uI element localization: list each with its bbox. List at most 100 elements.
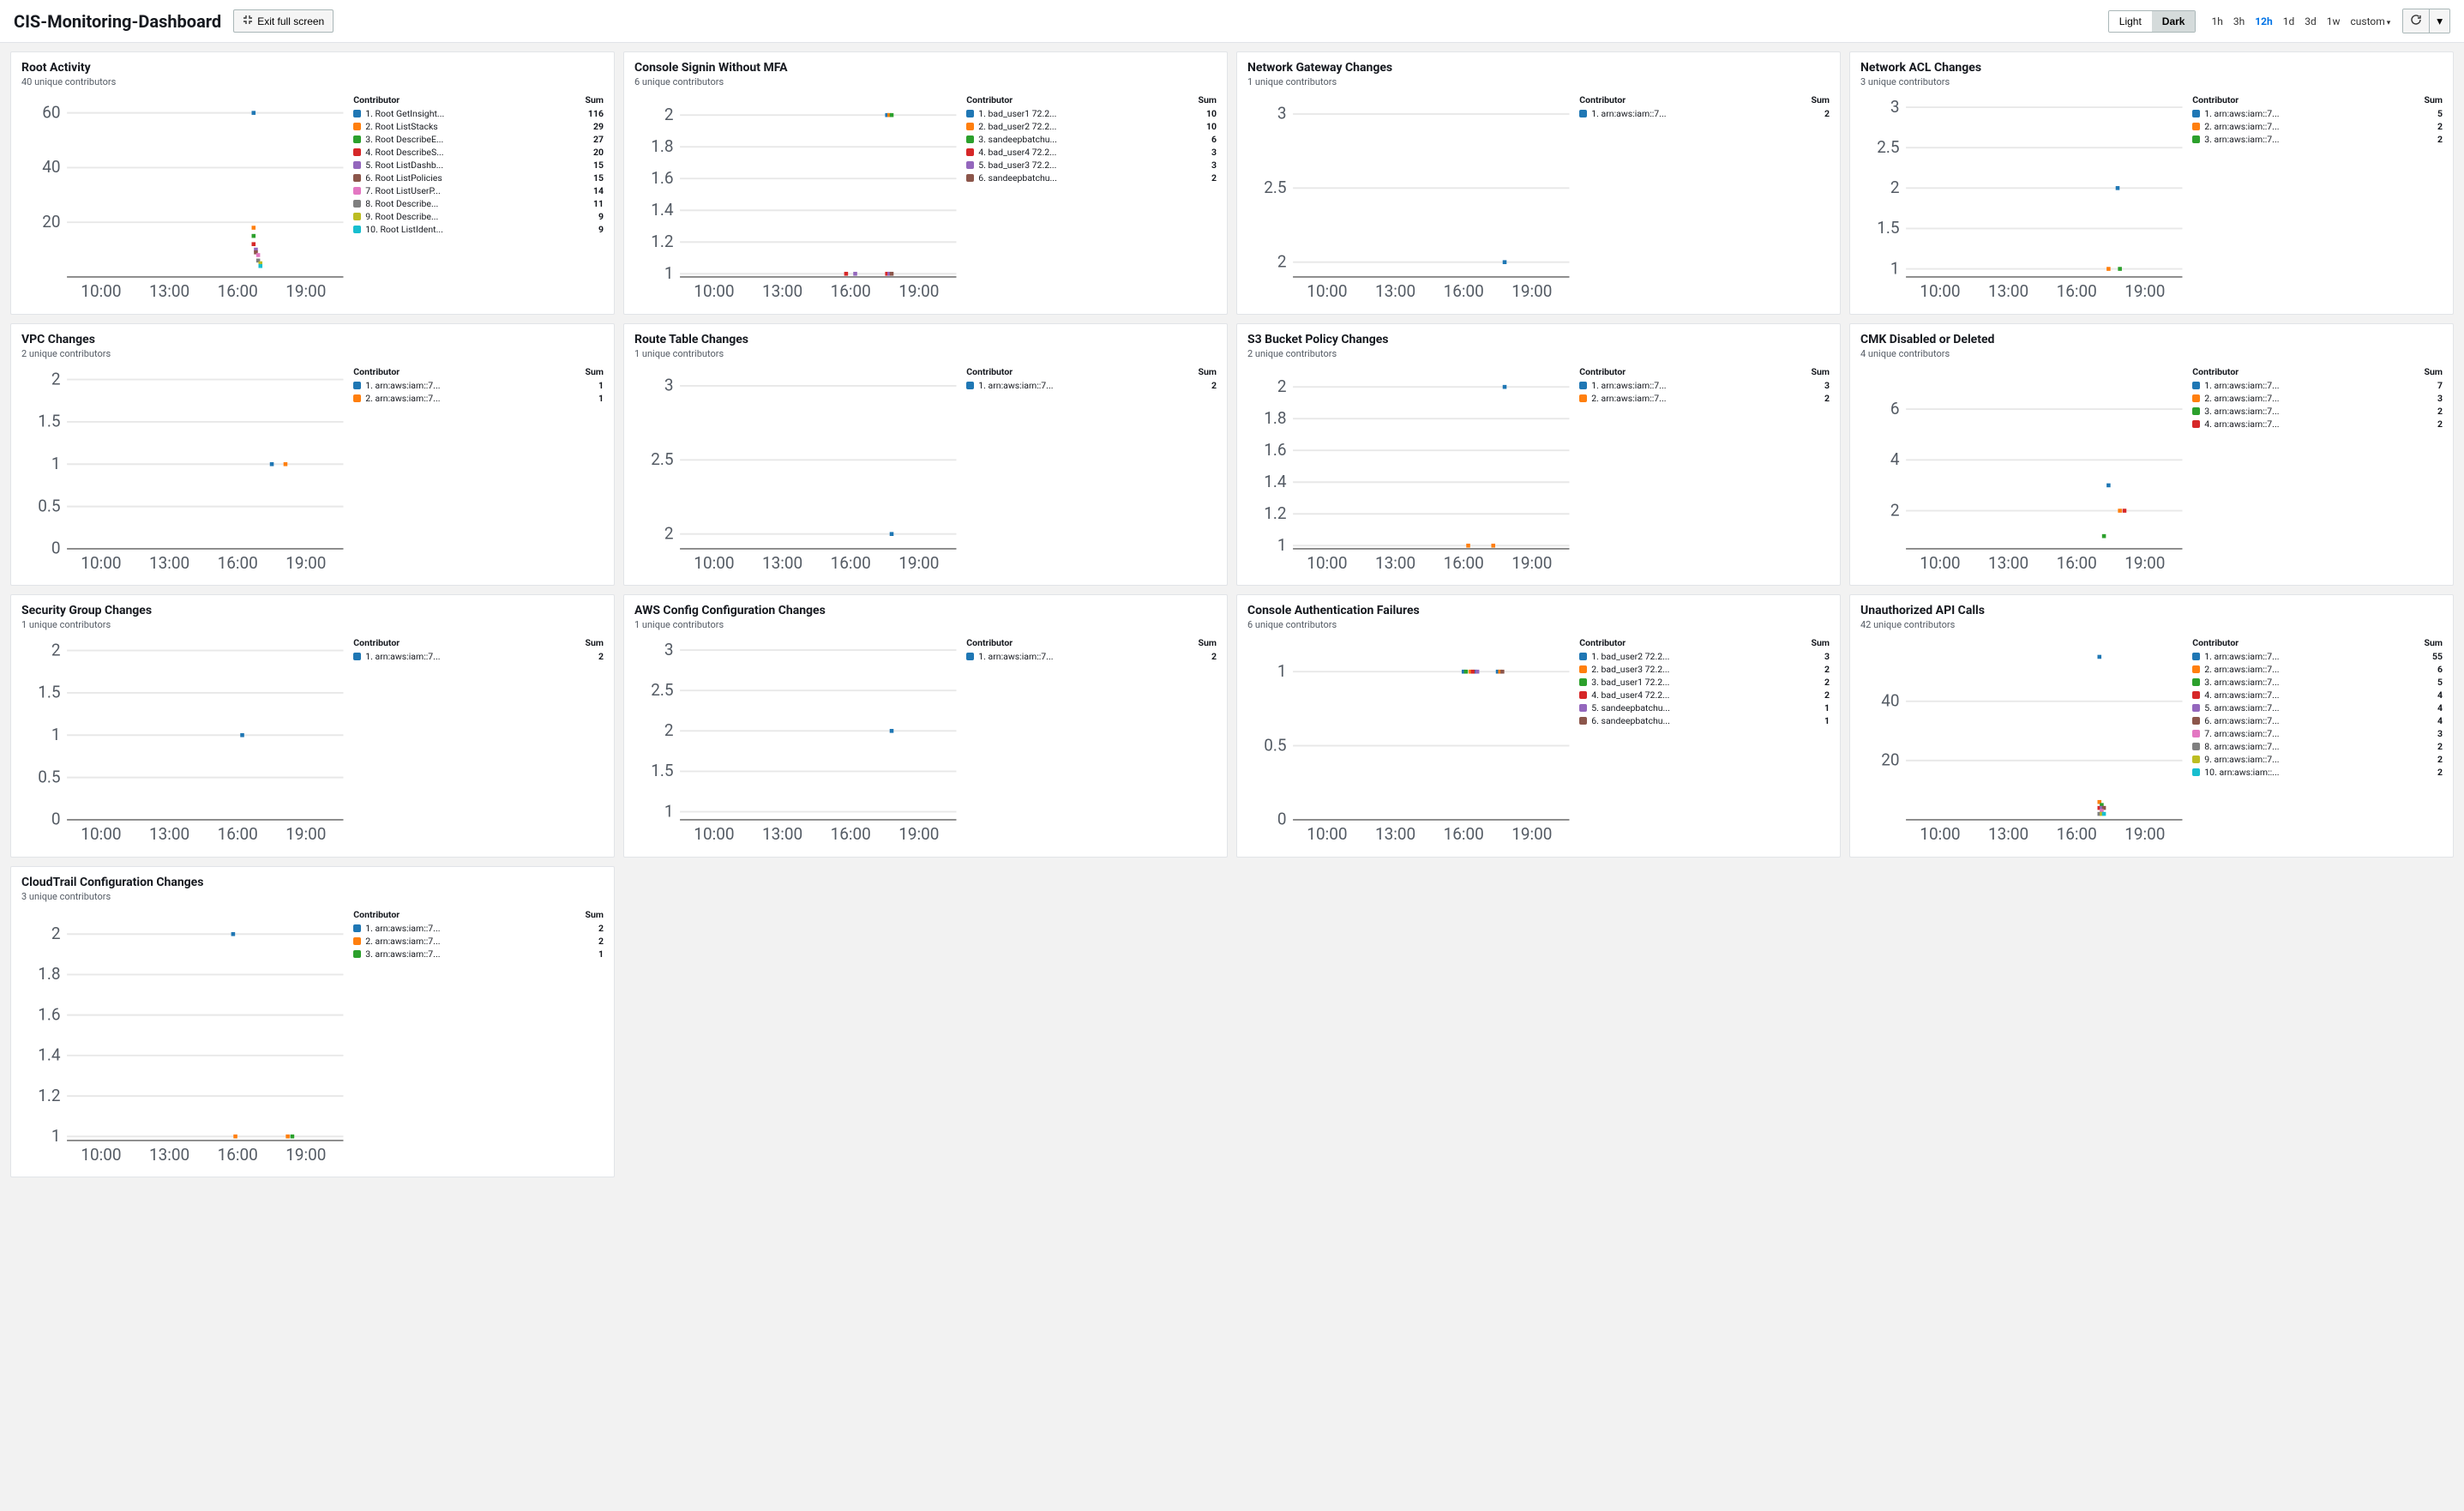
panel-subtitle: 2 unique contributors xyxy=(21,348,604,359)
legend-row[interactable]: 2. bad_user2 72.2...10 xyxy=(966,120,1217,133)
legend-row[interactable]: 1. bad_user2 72.2...3 xyxy=(1579,650,1830,663)
legend-row[interactable]: 9. Root Describe...9 xyxy=(353,210,604,223)
legend-row[interactable]: 2. Root ListStacks29 xyxy=(353,120,604,133)
legend-row[interactable]: 2. arn:aws:iam::7...2 xyxy=(353,935,604,948)
chart-area[interactable]: 11.522.5310:0013:0016:0019:00 xyxy=(1860,93,2185,307)
legend-row[interactable]: 8. Root Describe...11 xyxy=(353,197,604,210)
legend: ContributorSum1. arn:aws:iam::7...2 xyxy=(966,364,1217,579)
legend-row[interactable]: 1. arn:aws:iam::7...7 xyxy=(2192,379,2443,392)
legend-row[interactable]: 6. sandeepbatchu...2 xyxy=(966,172,1217,184)
legend-row[interactable]: 2. arn:aws:iam::7...1 xyxy=(353,392,604,405)
chart-area[interactable]: 204010:0013:0016:0019:00 xyxy=(1860,635,2185,850)
panel-title: Console Authentication Failures xyxy=(1247,604,1830,617)
range-1w[interactable]: 1w xyxy=(2327,15,2341,27)
panel-cmk-disabled-or-deleted: CMK Disabled or Deleted4 unique contribu… xyxy=(1849,323,2454,587)
legend-row[interactable]: 7. Root ListUserP...14 xyxy=(353,184,604,197)
refresh-button[interactable] xyxy=(2403,9,2429,33)
legend-row[interactable]: 1. arn:aws:iam::7...2 xyxy=(966,379,1217,392)
legend-swatch xyxy=(2192,407,2200,415)
refresh-menu-button[interactable]: ▾ xyxy=(2429,9,2449,33)
legend: ContributorSum1. arn:aws:iam::7...72. ar… xyxy=(2192,364,2443,579)
exit-fullscreen-button[interactable]: Exit full screen xyxy=(233,9,334,33)
legend-row[interactable]: 4. bad_user4 72.2...2 xyxy=(1579,689,1830,701)
legend-series-name: 1. arn:aws:iam::7... xyxy=(2204,651,2427,662)
range-12h[interactable]: 12h xyxy=(2255,15,2273,27)
legend-row[interactable]: 3. arn:aws:iam::7...2 xyxy=(2192,133,2443,146)
legend-swatch xyxy=(353,135,361,143)
legend-series-name: 6. Root ListPolicies xyxy=(365,172,588,184)
legend-row[interactable]: 4. Root DescribeS...20 xyxy=(353,146,604,159)
legend-row[interactable]: 5. bad_user3 72.2...3 xyxy=(966,159,1217,172)
svg-text:1.5: 1.5 xyxy=(38,411,60,430)
svg-text:2: 2 xyxy=(51,640,61,659)
legend-header-sum: Sum xyxy=(1812,94,1830,105)
legend-row[interactable]: 1. arn:aws:iam::7...2 xyxy=(353,650,604,663)
legend-row[interactable]: 2. bad_user3 72.2...2 xyxy=(1579,663,1830,676)
chart-area[interactable]: 11.21.41.61.8210:0013:0016:0019:00 xyxy=(634,93,959,307)
legend-row[interactable]: 1. bad_user1 72.2...10 xyxy=(966,107,1217,120)
legend-row[interactable]: 9. arn:aws:iam::7...2 xyxy=(2192,753,2443,766)
legend-series-sum: 7 xyxy=(2437,380,2443,391)
chart-area[interactable]: 00.5110:0013:0016:0019:00 xyxy=(1247,635,1572,850)
legend-row[interactable]: 4. bad_user4 72.2...3 xyxy=(966,146,1217,159)
legend-row[interactable]: 7. arn:aws:iam::7...3 xyxy=(2192,727,2443,740)
chart-area[interactable]: 24610:0013:0016:0019:00 xyxy=(1860,364,2185,579)
legend-series-sum: 9 xyxy=(598,224,604,235)
legend-row[interactable]: 3. Root DescribeE...27 xyxy=(353,133,604,146)
legend-row[interactable]: 4. arn:aws:iam::7...4 xyxy=(2192,689,2443,701)
legend-row[interactable]: 5. sandeepbatchu...1 xyxy=(1579,701,1830,714)
legend-row[interactable]: 3. arn:aws:iam::7...5 xyxy=(2192,676,2443,689)
theme-light-button[interactable]: Light xyxy=(2109,11,2152,32)
theme-dark-button[interactable]: Dark xyxy=(2152,11,2196,32)
chart-area[interactable]: 11.522.5310:0013:0016:0019:00 xyxy=(634,635,959,850)
legend-row[interactable]: 1. arn:aws:iam::7...1 xyxy=(353,379,604,392)
legend-row[interactable]: 3. arn:aws:iam::7...1 xyxy=(353,948,604,960)
legend-row[interactable]: 1. arn:aws:iam::7...2 xyxy=(353,922,604,935)
legend-swatch xyxy=(1579,704,1587,712)
legend-row[interactable]: 1. arn:aws:iam::7...5 xyxy=(2192,107,2443,120)
legend-row[interactable]: 3. bad_user1 72.2...2 xyxy=(1579,676,1830,689)
svg-text:13:00: 13:00 xyxy=(149,824,189,844)
chart-area[interactable]: 00.511.5210:0013:0016:0019:00 xyxy=(21,635,346,850)
range-3h[interactable]: 3h xyxy=(2233,15,2245,27)
legend-swatch xyxy=(353,187,361,195)
legend-row[interactable]: 6. arn:aws:iam::7...4 xyxy=(2192,714,2443,727)
range-1d[interactable]: 1d xyxy=(2283,15,2295,27)
legend-row[interactable]: 1. arn:aws:iam::7...3 xyxy=(1579,379,1830,392)
chart-area[interactable]: 22.5310:0013:0016:0019:00 xyxy=(634,364,959,579)
legend-row[interactable]: 8. arn:aws:iam::7...2 xyxy=(2192,740,2443,753)
legend-row[interactable]: 6. Root ListPolicies15 xyxy=(353,172,604,184)
svg-text:2: 2 xyxy=(51,923,61,942)
legend-row[interactable]: 2. arn:aws:iam::7...2 xyxy=(1579,392,1830,405)
legend-series-sum: 2 xyxy=(1824,393,1830,404)
legend-row[interactable]: 2. arn:aws:iam::7...6 xyxy=(2192,663,2443,676)
legend-row[interactable]: 5. arn:aws:iam::7...4 xyxy=(2192,701,2443,714)
legend-row[interactable]: 3. sandeepbatchu...6 xyxy=(966,133,1217,146)
chart-area[interactable]: 00.511.5210:0013:0016:0019:00 xyxy=(21,364,346,579)
legend-series-sum: 2 xyxy=(598,936,604,947)
legend-row[interactable]: 1. arn:aws:iam::7...2 xyxy=(966,650,1217,663)
legend-row[interactable]: 3. arn:aws:iam::7...2 xyxy=(2192,405,2443,418)
legend-row[interactable]: 1. arn:aws:iam::7...2 xyxy=(1579,107,1830,120)
legend-row[interactable]: 10. arn:aws:iam::...2 xyxy=(2192,766,2443,779)
legend-row[interactable]: 10. Root ListIdent...9 xyxy=(353,223,604,236)
legend-series-name: 1. arn:aws:iam::7... xyxy=(1591,108,1819,119)
legend-row[interactable]: 1. Root GetInsight...116 xyxy=(353,107,604,120)
chart-area[interactable]: 20406010:0013:0016:0019:00 xyxy=(21,93,346,307)
svg-text:2.5: 2.5 xyxy=(1264,178,1286,197)
legend-row[interactable]: 5. Root ListDashb...15 xyxy=(353,159,604,172)
legend-row[interactable]: 2. arn:aws:iam::7...3 xyxy=(2192,392,2443,405)
chart-area[interactable]: 11.21.41.61.8210:0013:0016:0019:00 xyxy=(1247,364,1572,579)
legend-series-name: 1. arn:aws:iam::7... xyxy=(365,923,593,934)
range-3d[interactable]: 3d xyxy=(2305,15,2317,27)
range-custom[interactable]: custom▾ xyxy=(2351,15,2391,27)
chart-area[interactable]: 11.21.41.61.8210:0013:0016:0019:00 xyxy=(21,907,346,1170)
svg-text:1.5: 1.5 xyxy=(38,683,60,702)
chart-area[interactable]: 22.5310:0013:0016:0019:00 xyxy=(1247,93,1572,307)
legend-row[interactable]: 4. arn:aws:iam::7...2 xyxy=(2192,418,2443,430)
legend-row[interactable]: 6. sandeepbatchu...1 xyxy=(1579,714,1830,727)
legend-row[interactable]: 1. arn:aws:iam::7...55 xyxy=(2192,650,2443,663)
legend-row[interactable]: 2. arn:aws:iam::7...2 xyxy=(2192,120,2443,133)
svg-text:1: 1 xyxy=(51,1125,61,1145)
range-1h[interactable]: 1h xyxy=(2211,15,2222,27)
